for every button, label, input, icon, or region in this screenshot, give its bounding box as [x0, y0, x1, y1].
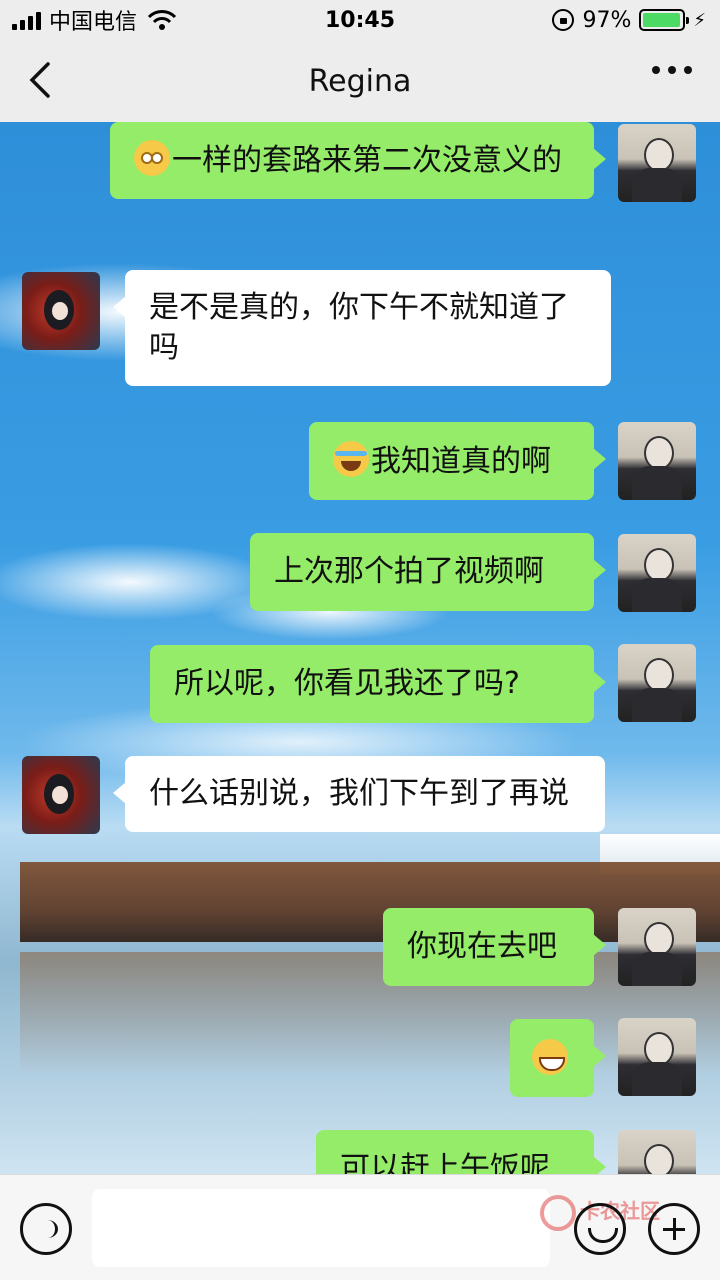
message-text: 什么话别说，我们下午到了再说: [149, 776, 569, 811]
charging-icon: ⚡: [693, 9, 706, 31]
battery-percent: 97%: [582, 7, 632, 33]
message-bubble-outgoing[interactable]: 你现在去吧: [383, 908, 606, 986]
watermark-logo-icon: [540, 1195, 576, 1231]
message-text: 我知道真的啊: [371, 444, 551, 479]
message-bubble-outgoing[interactable]: 我知道真的啊: [309, 422, 606, 500]
message-bubble-incoming[interactable]: 什么话别说，我们下午到了再说: [113, 756, 605, 832]
background-photo: [20, 952, 720, 1072]
message-bubble-outgoing[interactable]: 可以赶上午饭呢: [316, 1130, 606, 1174]
carrier-name: 中国电信: [49, 10, 138, 35]
my-avatar[interactable]: [618, 1130, 696, 1174]
more-button[interactable]: [652, 66, 692, 74]
message-bubble-incoming[interactable]: 是不是真的，你下午不就知道了吗: [113, 270, 611, 386]
my-avatar[interactable]: [618, 534, 696, 612]
chat-title: Regina: [308, 63, 412, 99]
message-text: 一样的套路来第二次没意义的: [172, 143, 562, 178]
chat-area[interactable]: 一样的套路来第二次没意义的 是不是真的，你下午不就知道了吗 我知道真的啊 上次那…: [0, 122, 720, 1174]
plus-icon[interactable]: [648, 1203, 700, 1255]
input-bar: 卡农社区: [0, 1174, 720, 1280]
signal-icon: [12, 10, 41, 30]
battery-icon: [639, 9, 690, 31]
my-avatar[interactable]: [618, 908, 696, 986]
message-bubble-outgoing[interactable]: 所以呢，你看见我还了吗?: [150, 645, 606, 723]
background-photo: [20, 862, 720, 942]
crying-laughing-face-icon: [333, 441, 369, 477]
message-bubble-outgoing[interactable]: [510, 1019, 606, 1097]
my-avatar[interactable]: [618, 644, 696, 722]
chat-header: Regina: [0, 40, 720, 122]
contact-avatar[interactable]: [22, 756, 100, 834]
my-avatar[interactable]: [618, 124, 696, 202]
voice-icon[interactable]: [20, 1203, 72, 1255]
message-bubble-outgoing[interactable]: 上次那个拍了视频啊: [250, 533, 606, 611]
message-text: 上次那个拍了视频啊: [274, 554, 544, 589]
message-text: 所以呢，你看见我还了吗?: [174, 666, 520, 701]
wifi-icon: [147, 10, 177, 30]
flushed-face-icon: [134, 140, 170, 176]
message-text: 是不是真的，你下午不就知道了吗: [149, 290, 569, 365]
back-button[interactable]: [20, 58, 64, 102]
message-text: 可以赶上午饭呢: [340, 1151, 550, 1174]
grinning-sweat-face-icon: [532, 1039, 568, 1075]
message-text: 你现在去吧: [407, 929, 557, 964]
message-input[interactable]: [92, 1189, 550, 1267]
my-avatar[interactable]: [618, 1018, 696, 1096]
my-avatar[interactable]: [618, 422, 696, 500]
rotation-lock-icon: [552, 9, 575, 31]
status-bar: 中国电信 10:45 97% ⚡: [0, 0, 720, 40]
smiley-icon[interactable]: [574, 1203, 626, 1255]
contact-avatar[interactable]: [22, 272, 100, 350]
message-bubble-outgoing[interactable]: 一样的套路来第二次没意义的: [110, 122, 606, 199]
